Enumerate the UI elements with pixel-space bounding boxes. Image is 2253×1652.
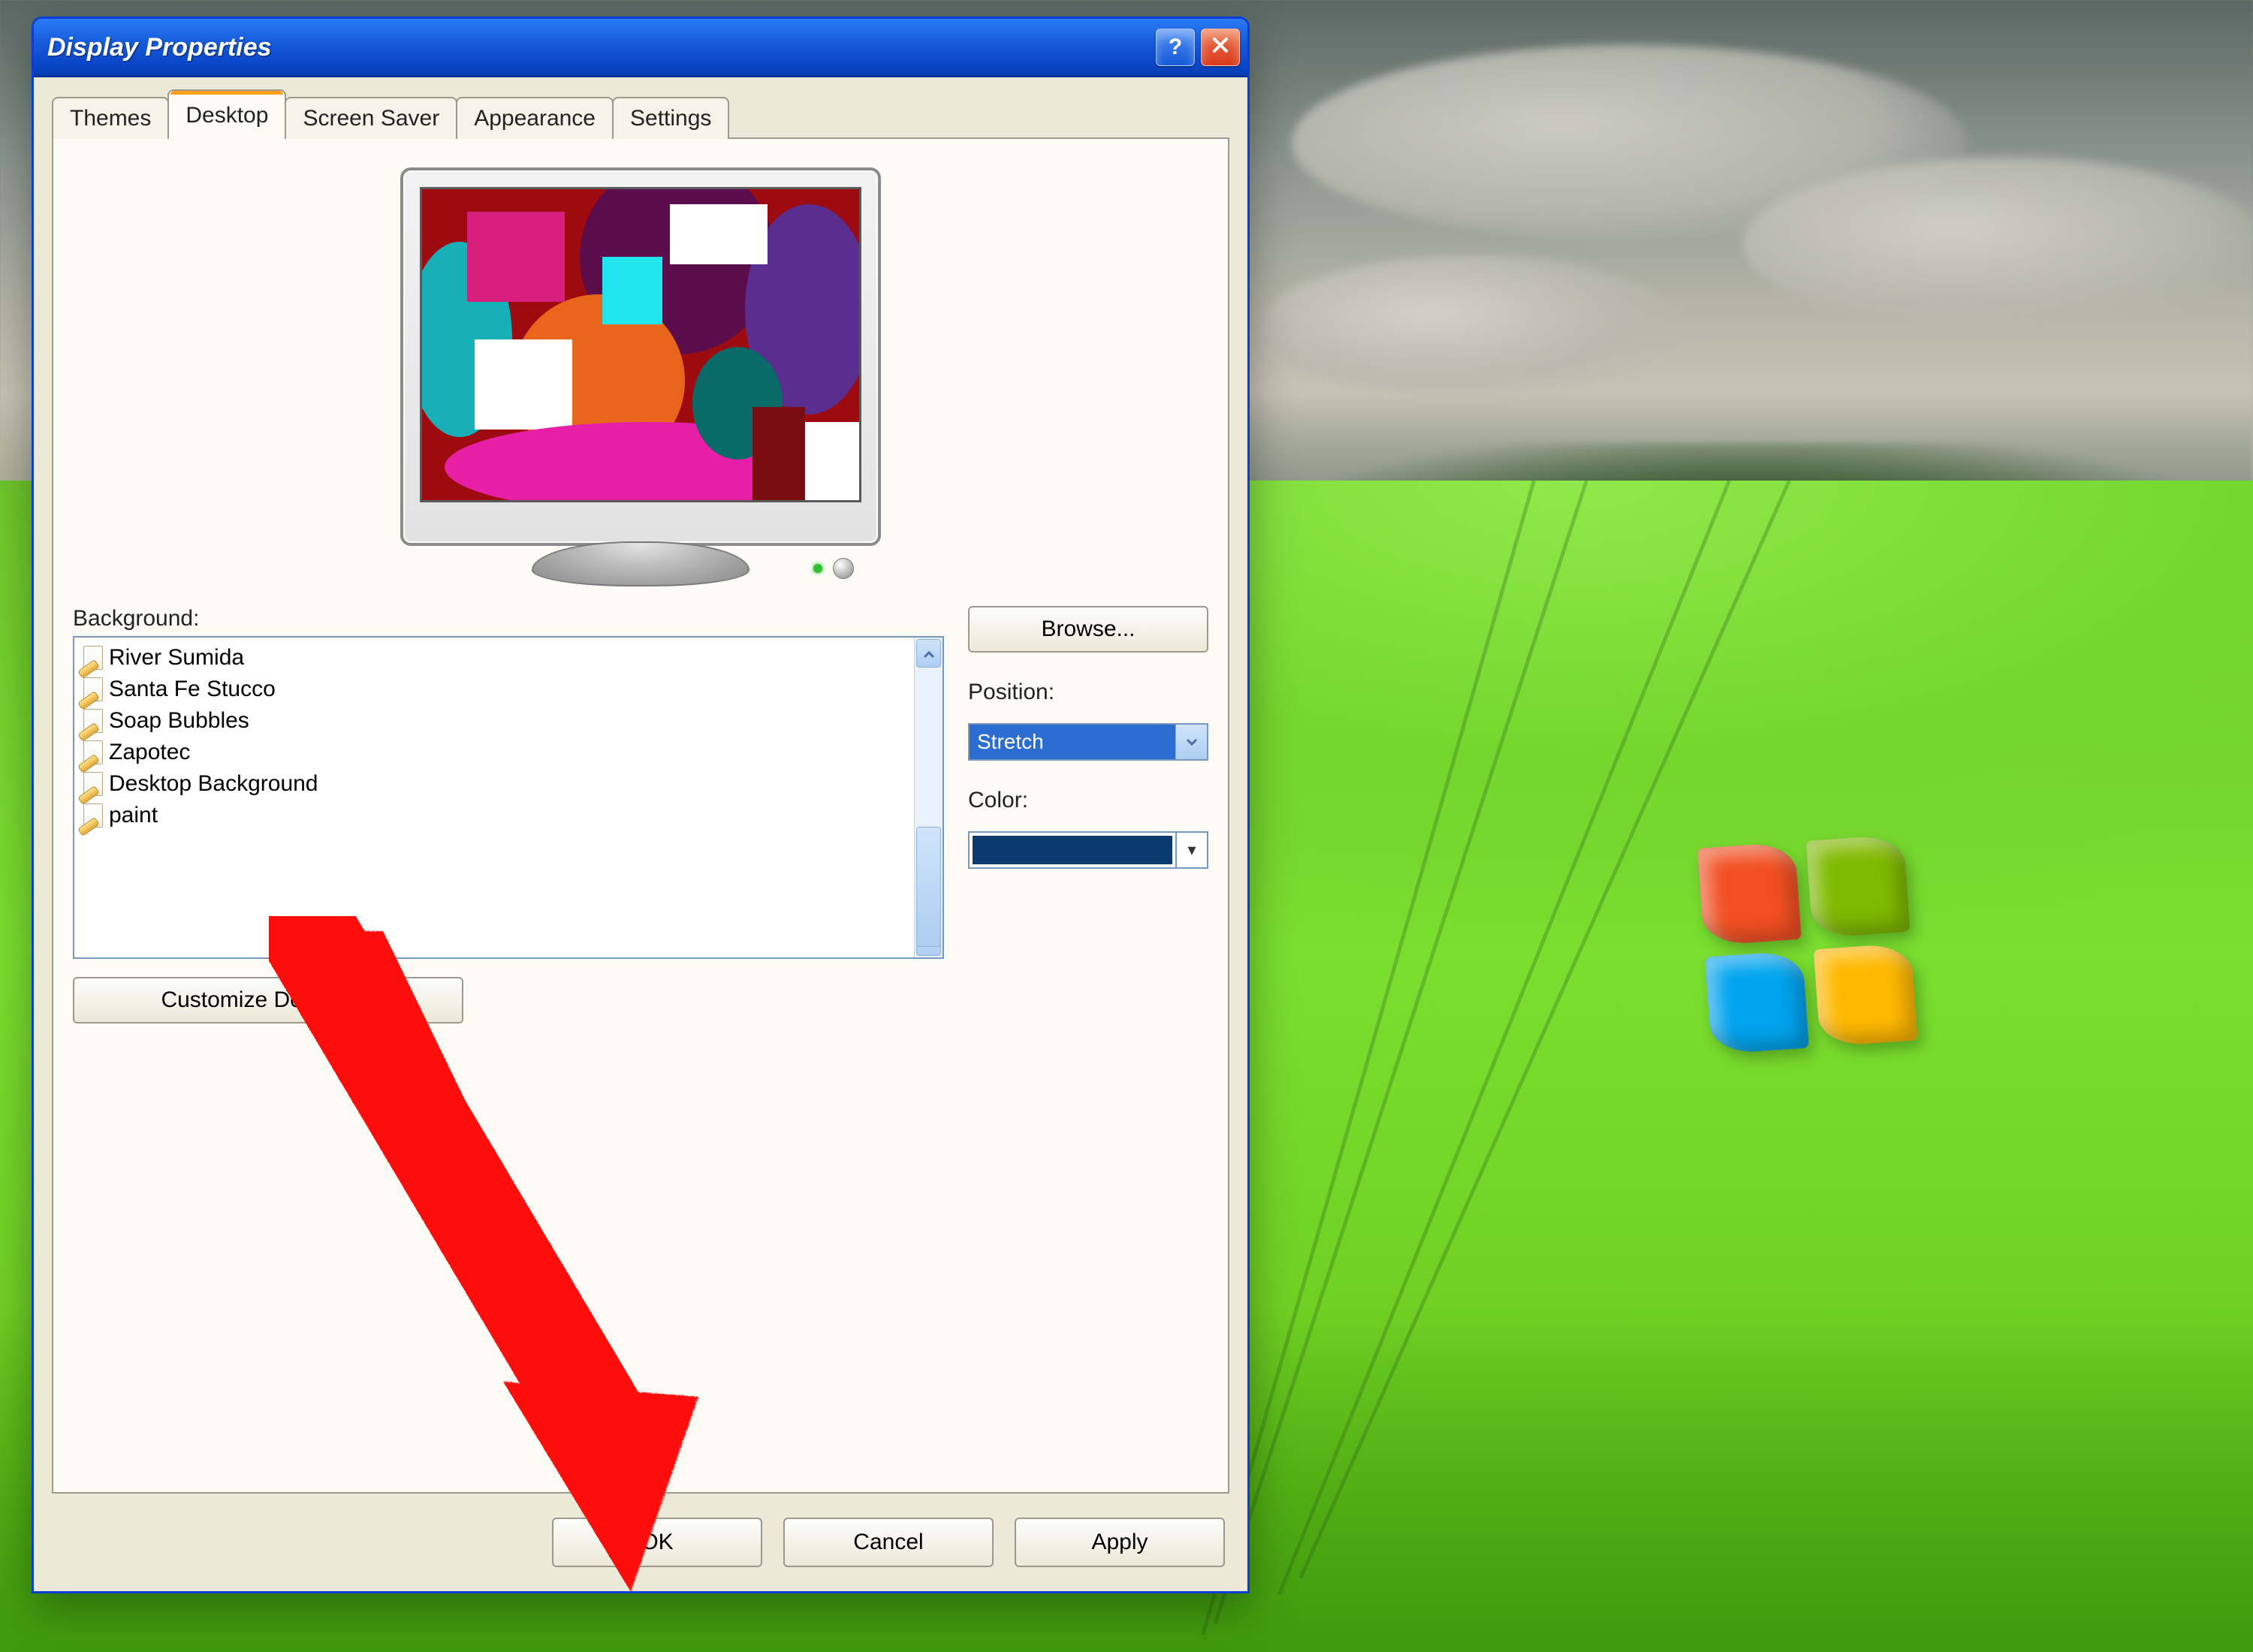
image-file-icon: [83, 803, 103, 828]
chevron-up-icon: [923, 644, 935, 663]
list-item[interactable]: River Sumida: [77, 642, 911, 674]
help-button[interactable]: ?: [1156, 29, 1195, 66]
position-label: Position:: [968, 680, 1208, 705]
list-item-label: Santa Fe Stucco: [109, 677, 276, 702]
background-label: Background:: [73, 606, 944, 632]
image-file-icon: [83, 772, 103, 796]
list-item[interactable]: Soap Bubbles: [77, 705, 911, 737]
tabstrip: Themes Desktop Screen Saver Appearance S…: [52, 89, 1229, 139]
wallpaper-cloud: [1742, 158, 2253, 330]
color-swatch: [973, 836, 1172, 864]
display-properties-dialog: Display Properties ? Themes Desktop Scre…: [32, 17, 1250, 1593]
list-item[interactable]: Santa Fe Stucco: [77, 674, 911, 705]
monitor-led-icon: [813, 564, 822, 573]
list-item-label: Desktop Background: [109, 771, 318, 797]
browse-button[interactable]: Browse...: [968, 606, 1208, 653]
monitor-knob-icon: [833, 558, 854, 579]
list-item[interactable]: Desktop Background: [77, 768, 911, 800]
preview-monitor: [400, 167, 881, 586]
image-file-icon: [83, 740, 103, 764]
position-value: Stretch: [970, 725, 1175, 759]
scroll-thumb[interactable]: [916, 827, 941, 947]
window-title: Display Properties: [47, 33, 1150, 62]
dialog-button-row: OK Cancel Apply: [34, 1494, 1247, 1591]
chevron-down-icon: ▾: [1175, 833, 1207, 867]
titlebar[interactable]: Display Properties ?: [34, 19, 1247, 77]
tab-settings[interactable]: Settings: [612, 97, 729, 139]
list-item-label: Zapotec: [109, 740, 190, 765]
list-item[interactable]: Zapotec: [77, 737, 911, 768]
apply-button[interactable]: Apply: [1015, 1518, 1225, 1567]
tab-appearance[interactable]: Appearance: [456, 97, 614, 139]
ok-button[interactable]: OK: [552, 1518, 762, 1567]
monitor-stand-icon: [532, 541, 749, 586]
tabpanel-desktop: Background: River Sumida Santa Fe Stucco: [52, 137, 1229, 1494]
list-item-label: Soap Bubbles: [109, 708, 249, 734]
close-button[interactable]: [1201, 29, 1240, 66]
chevron-down-icon: [1175, 725, 1207, 759]
background-listbox[interactable]: River Sumida Santa Fe Stucco Soap Bubble…: [73, 636, 944, 959]
cancel-button[interactable]: Cancel: [783, 1518, 994, 1567]
help-icon: ?: [1169, 35, 1182, 60]
customize-desktop-button[interactable]: Customize Desktop...: [73, 977, 463, 1023]
close-icon: [1211, 35, 1229, 60]
color-label: Color:: [968, 788, 1208, 813]
wallpaper-preview: [420, 187, 861, 502]
position-dropdown[interactable]: Stretch: [968, 723, 1208, 761]
color-dropdown[interactable]: ▾: [968, 831, 1208, 869]
image-file-icon: [83, 709, 103, 733]
tab-desktop[interactable]: Desktop: [167, 89, 286, 139]
listbox-scrollbar[interactable]: [914, 638, 943, 957]
list-item[interactable]: paint: [77, 800, 911, 831]
image-file-icon: [83, 646, 103, 670]
tab-screen-saver[interactable]: Screen Saver: [285, 97, 457, 139]
scroll-up-button[interactable]: [916, 639, 941, 668]
scroll-track[interactable]: [915, 669, 943, 926]
list-item-label: paint: [109, 803, 158, 828]
list-item-label: River Sumida: [109, 645, 244, 671]
image-file-icon: [83, 677, 103, 701]
wallpaper-cloud: [1262, 255, 1682, 398]
tab-themes[interactable]: Themes: [52, 97, 169, 139]
